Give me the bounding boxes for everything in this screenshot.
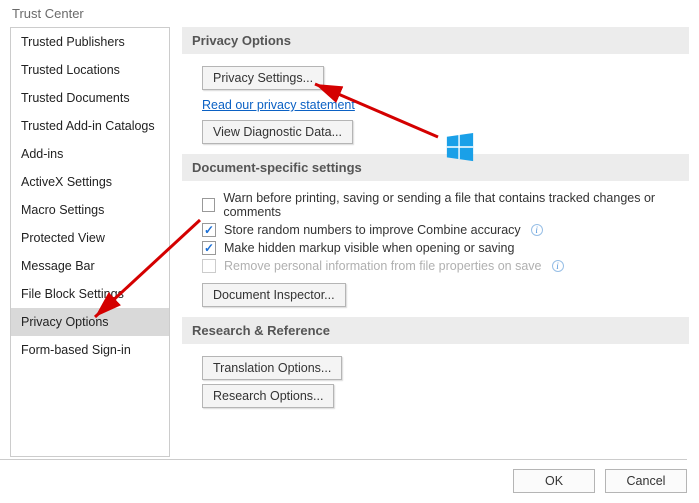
- info-icon[interactable]: [531, 224, 543, 236]
- info-icon[interactable]: [552, 260, 564, 272]
- ok-button[interactable]: OK: [513, 469, 595, 493]
- privacy-settings-button[interactable]: Privacy Settings...: [202, 66, 324, 90]
- sidebar-item-form-based-sign-in[interactable]: Form-based Sign-in: [11, 336, 169, 364]
- section-header-document-specific: Document-specific settings: [182, 154, 689, 181]
- checkbox-label: Warn before printing, saving or sending …: [223, 191, 689, 219]
- sidebar: Trusted Publishers Trusted Locations Tru…: [10, 27, 170, 457]
- sidebar-item-macro-settings[interactable]: Macro Settings: [11, 196, 169, 224]
- windows-logo-icon: [445, 132, 475, 162]
- checkbox-icon: [202, 241, 216, 255]
- checkbox-icon: [202, 198, 215, 212]
- sidebar-item-file-block-settings[interactable]: File Block Settings: [11, 280, 169, 308]
- checkbox-label: Make hidden markup visible when opening …: [224, 241, 514, 255]
- view-diagnostic-data-button[interactable]: View Diagnostic Data...: [202, 120, 353, 144]
- sidebar-item-add-ins[interactable]: Add-ins: [11, 140, 169, 168]
- sidebar-item-trusted-locations[interactable]: Trusted Locations: [11, 56, 169, 84]
- main-panel: Privacy Options Privacy Settings... Read…: [170, 27, 689, 457]
- sidebar-item-protected-view[interactable]: Protected View: [11, 224, 169, 252]
- cancel-button[interactable]: Cancel: [605, 469, 687, 493]
- sidebar-item-privacy-options[interactable]: Privacy Options: [11, 308, 169, 336]
- dialog-footer: OK Cancel: [513, 459, 687, 495]
- content-container: Trusted Publishers Trusted Locations Tru…: [0, 27, 699, 457]
- checkbox-row-store-random-numbers[interactable]: Store random numbers to improve Combine …: [202, 223, 689, 237]
- checkbox-row-warn-before-printing[interactable]: Warn before printing, saving or sending …: [202, 191, 689, 219]
- privacy-statement-link[interactable]: Read our privacy statement: [202, 98, 355, 112]
- checkbox-label: Store random numbers to improve Combine …: [224, 223, 521, 237]
- sidebar-item-activex-settings[interactable]: ActiveX Settings: [11, 168, 169, 196]
- checkbox-label: Remove personal information from file pr…: [224, 259, 542, 273]
- sidebar-item-message-bar[interactable]: Message Bar: [11, 252, 169, 280]
- translation-options-button[interactable]: Translation Options...: [202, 356, 342, 380]
- checkbox-row-make-hidden-markup-visible[interactable]: Make hidden markup visible when opening …: [202, 241, 689, 255]
- research-options-button[interactable]: Research Options...: [202, 384, 334, 408]
- section-header-research-reference: Research & Reference: [182, 317, 689, 344]
- document-inspector-button[interactable]: Document Inspector...: [202, 283, 346, 307]
- sidebar-item-trusted-addin-catalogs[interactable]: Trusted Add-in Catalogs: [11, 112, 169, 140]
- section-header-privacy-options: Privacy Options: [182, 27, 689, 54]
- window-title: Trust Center: [0, 0, 699, 27]
- checkbox-icon: [202, 223, 216, 237]
- sidebar-item-trusted-documents[interactable]: Trusted Documents: [11, 84, 169, 112]
- sidebar-item-trusted-publishers[interactable]: Trusted Publishers: [11, 28, 169, 56]
- checkbox-icon: [202, 259, 216, 273]
- checkbox-row-remove-personal-info: Remove personal information from file pr…: [202, 259, 689, 273]
